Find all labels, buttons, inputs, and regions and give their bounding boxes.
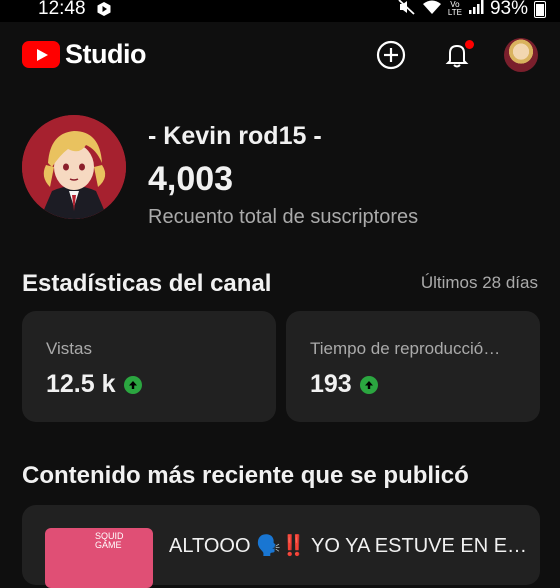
status-time: 12:48 <box>38 0 86 19</box>
views-card[interactable]: Vistas 12.5 k <box>22 311 276 422</box>
account-avatar[interactable] <box>504 38 538 72</box>
channel-name: - Kevin rod15 - <box>148 122 322 150</box>
status-indicators: Vo LTE 93% <box>398 0 546 20</box>
create-icon[interactable] <box>375 39 407 71</box>
volte-label: Vo LTE <box>447 0 462 17</box>
notifications-icon[interactable] <box>441 39 474 71</box>
stats-title: Estadísticas del canal <box>22 270 272 297</box>
trend-up-icon <box>359 375 378 394</box>
watch-time-value-row: 193 <box>310 370 378 399</box>
notification-badge <box>465 40 474 49</box>
channel-avatar[interactable] <box>22 115 126 219</box>
stats-period[interactable]: Últimos 28 días <box>421 273 538 293</box>
battery-icon <box>534 0 546 18</box>
video-title: ALTOOO 🗣️‼️ YO YA ESTUVE EN E… <box>169 535 528 557</box>
signal-icon <box>468 0 484 20</box>
video-thumbnail: SQUID GAME <box>45 528 153 588</box>
views-value-row: 12.5 k <box>46 370 142 399</box>
views-label: Vistas <box>46 339 92 358</box>
youtube-play-icon <box>22 41 60 68</box>
logo-text: Studio <box>65 39 146 69</box>
wifi-icon <box>422 0 442 20</box>
status-bar: 12:48 Vo LTE 93% <box>0 0 560 22</box>
subscriber-count: 4,003 <box>148 160 234 198</box>
recent-content-title: Contenido más reciente que se publicó <box>22 462 469 489</box>
battery-percent: 93% <box>489 0 528 19</box>
watch-time-card[interactable]: Tiempo de reproducció… 193 <box>286 311 540 422</box>
subscriber-label: Recuento total de suscriptores <box>148 206 419 228</box>
thumbnail-text: SQUID GAME <box>95 531 124 550</box>
studio-logo[interactable]: Studio <box>22 39 146 70</box>
views-value: 12.5 k <box>46 370 116 398</box>
recent-video-card[interactable]: SQUID GAME ALTOOO 🗣️‼️ YO YA ESTUVE EN E… <box>22 505 540 588</box>
app-notification-icon <box>96 1 112 22</box>
mute-icon <box>398 0 416 20</box>
watch-time-label: Tiempo de reproducció… <box>310 339 501 358</box>
app-bar: Studio <box>0 30 560 80</box>
trend-up-icon <box>123 375 142 394</box>
watch-time-value: 193 <box>310 370 352 398</box>
